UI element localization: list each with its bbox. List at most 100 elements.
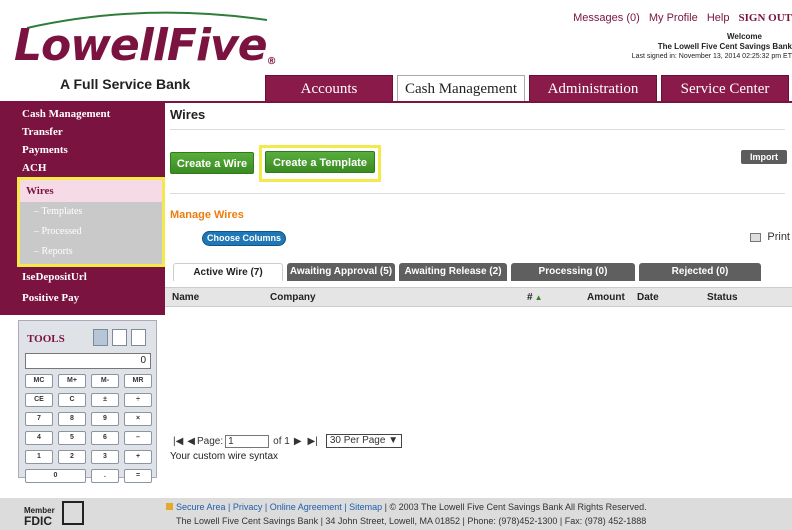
calc-key-2[interactable]: 2 xyxy=(58,450,86,464)
column-header-company[interactable]: Company xyxy=(270,292,316,303)
sidebar-item-payments[interactable]: Payments xyxy=(0,141,165,159)
last-signed-in: Last signed in: November 13, 2014 02:25:… xyxy=(631,53,792,60)
calc-key-plusminus[interactable]: ± xyxy=(91,393,119,407)
per-page-select[interactable]: 30 Per Page ▼ xyxy=(325,434,403,448)
calc-key-add[interactable]: + xyxy=(124,450,152,464)
calc-key-mplus[interactable]: M+ xyxy=(58,374,86,388)
print-link[interactable]: Print xyxy=(750,231,790,243)
chevron-down-icon: ▼ xyxy=(388,435,399,446)
lock-icon xyxy=(166,503,173,510)
calculator-icon[interactable] xyxy=(93,329,108,346)
calc-key-4[interactable]: 4 xyxy=(25,431,53,445)
tab-awaiting-approval[interactable]: Awaiting Approval (5) xyxy=(287,263,395,281)
wires-table-body xyxy=(165,308,792,428)
company-name: The Lowell Five Cent Savings Bank xyxy=(657,42,792,51)
calc-key-8[interactable]: 8 xyxy=(58,412,86,426)
first-page-icon[interactable]: |◀ xyxy=(173,436,183,447)
tools-title: TOOLS xyxy=(27,333,65,345)
calc-key-decimal[interactable]: . xyxy=(91,469,119,483)
column-header-date[interactable]: Date xyxy=(637,292,659,303)
calc-key-7[interactable]: 7 xyxy=(25,412,53,426)
calc-key-9[interactable]: 9 xyxy=(91,412,119,426)
calculator-display: 0 xyxy=(25,353,151,369)
wire-status-tabs: Active Wire (7) Awaiting Approval (5) Aw… xyxy=(173,263,765,281)
bank-logo[interactable]: LowellFive® xyxy=(14,20,277,72)
calc-key-multiply[interactable]: × xyxy=(124,412,152,426)
create-wire-button[interactable]: Create a Wire xyxy=(170,152,254,174)
calc-key-mminus[interactable]: M- xyxy=(91,374,119,388)
calc-key-1[interactable]: 1 xyxy=(25,450,53,464)
calendar-icon[interactable] xyxy=(131,329,146,346)
last-page-icon[interactable]: ▶| xyxy=(308,436,318,447)
footer: Member FDIC Secure Area | Privacy | Onli… xyxy=(0,498,792,530)
my-profile-link[interactable]: My Profile xyxy=(649,12,698,24)
calc-key-subtract[interactable]: – xyxy=(124,431,152,445)
fdic-label: FDIC xyxy=(24,514,52,528)
tab-administration[interactable]: Administration xyxy=(529,75,657,102)
import-button[interactable]: Import xyxy=(741,150,787,164)
create-template-button[interactable]: Create a Template xyxy=(265,151,375,173)
calc-key-c[interactable]: C xyxy=(58,393,86,407)
print-icon xyxy=(750,232,762,242)
prev-page-icon[interactable]: ◀ xyxy=(187,436,195,447)
tab-awaiting-release[interactable]: Awaiting Release (2) xyxy=(399,263,507,281)
per-page-value: 30 Per Page xyxy=(329,435,386,446)
sidebar-item-ach[interactable]: ACH xyxy=(0,159,165,177)
main-content: Wires Create a Wire Create a Template Im… xyxy=(165,103,792,481)
calc-key-divide[interactable]: ÷ xyxy=(124,393,152,407)
tools-panel: TOOLS 0 MC M+ M- MR CE C ± ÷ 7 8 9 × 4 5… xyxy=(18,320,157,483)
sidebar-item-isedeposit[interactable]: IseDepositUrl xyxy=(22,271,87,283)
page-title: Wires xyxy=(170,107,206,122)
sidebar-subitem-templates[interactable]: – Templates xyxy=(20,202,162,222)
help-link[interactable]: Help xyxy=(707,12,730,24)
tab-active-wire[interactable]: Active Wire (7) xyxy=(173,263,283,281)
column-header-status[interactable]: Status xyxy=(707,292,738,303)
column-header-number[interactable]: # ▲ xyxy=(527,292,542,303)
sidebar-item-wires[interactable]: Wires xyxy=(20,180,162,202)
footer-address: The Lowell Five Cent Savings Bank | 34 J… xyxy=(176,516,647,526)
calc-key-ce[interactable]: CE xyxy=(25,393,53,407)
footer-nav-links[interactable]: Secure Area | Privacy | Online Agreement… xyxy=(176,502,382,512)
choose-columns-button[interactable]: Choose Columns xyxy=(202,231,286,246)
tab-rejected[interactable]: Rejected (0) xyxy=(639,263,761,281)
tab-accounts[interactable]: Accounts xyxy=(265,75,393,102)
calc-key-5[interactable]: 5 xyxy=(58,431,86,445)
footer-copyright: | © 2003 The Lowell Five Cent Savings Ba… xyxy=(384,502,647,512)
bank-tagline: A Full Service Bank xyxy=(60,76,191,92)
next-page-icon[interactable]: ▶ xyxy=(294,436,302,447)
column-header-name[interactable]: Name xyxy=(172,292,199,303)
print-label: Print xyxy=(767,231,790,243)
calc-key-mc[interactable]: MC xyxy=(25,374,53,388)
sort-ascending-icon: ▲ xyxy=(534,293,543,302)
calc-key-equals[interactable]: = xyxy=(124,469,152,483)
column-header-amount[interactable]: Amount xyxy=(587,292,625,303)
calc-key-3[interactable]: 3 xyxy=(91,450,119,464)
tool-icons xyxy=(93,329,146,346)
sidebar-item-cash-management[interactable]: Cash Management xyxy=(0,105,165,123)
calc-key-6[interactable]: 6 xyxy=(91,431,119,445)
tab-service-center[interactable]: Service Center xyxy=(661,75,789,102)
tab-cash-management[interactable]: Cash Management xyxy=(397,75,525,103)
sidebar-subitem-reports[interactable]: – Reports xyxy=(20,242,162,262)
tab-processing[interactable]: Processing (0) xyxy=(511,263,635,281)
column-header-number-label: # xyxy=(527,292,533,303)
messages-link[interactable]: Messages (0) xyxy=(573,12,640,24)
calc-key-mr[interactable]: MR xyxy=(124,374,152,388)
calculator-keypad: MC M+ M- MR CE C ± ÷ 7 8 9 × 4 5 6 – 1 2… xyxy=(25,374,152,483)
title-divider xyxy=(170,129,785,130)
sidebar-item-transfer[interactable]: Transfer xyxy=(0,123,165,141)
manage-wires-title: Manage Wires xyxy=(170,209,244,221)
welcome-text: Welcome xyxy=(727,32,762,41)
page-number-input[interactable]: 1 xyxy=(225,434,270,448)
header: LowellFive® A Full Service Bank Messages… xyxy=(0,0,792,103)
sidebar-subitem-processed[interactable]: – Processed xyxy=(20,222,162,242)
notes-icon[interactable] xyxy=(112,329,127,346)
sidebar-item-positive-pay[interactable]: Positive Pay xyxy=(22,292,79,304)
calc-key-0[interactable]: 0 xyxy=(25,469,86,483)
page-count: of 1 xyxy=(273,435,290,447)
main-tabs: Accounts Cash Management Administration … xyxy=(265,75,792,103)
footer-links: Secure Area | Privacy | Online Agreement… xyxy=(166,502,647,512)
sign-out-link[interactable]: SIGN OUT xyxy=(739,12,792,24)
equal-housing-icon xyxy=(62,501,84,525)
sidebar-wires-group: Wires – Templates – Processed – Reports xyxy=(17,177,165,267)
